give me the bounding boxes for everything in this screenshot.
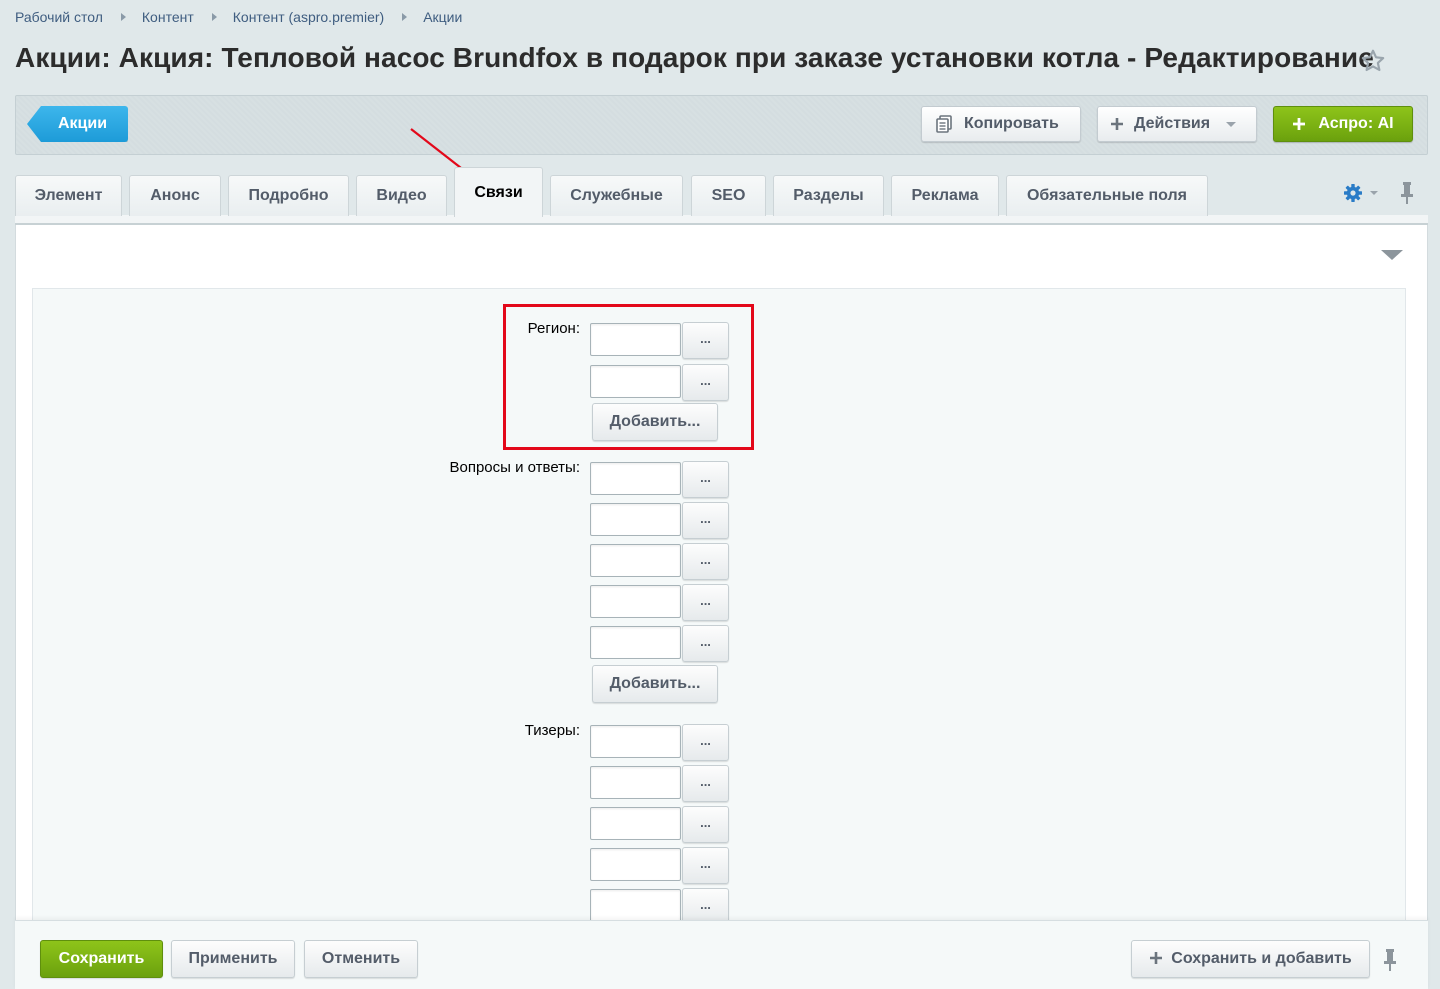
faq-select-button-1[interactable]: ... <box>682 461 729 498</box>
pin-icon[interactable] <box>1398 181 1416 205</box>
plus-icon <box>1292 113 1306 135</box>
cancel-button[interactable]: Отменить <box>304 940 418 978</box>
teasers-select-button-1[interactable]: ... <box>682 724 729 761</box>
faq-input-4[interactable] <box>590 585 681 618</box>
chevron-down-icon <box>1370 191 1378 195</box>
tab-advertising[interactable]: Реклама <box>891 175 999 216</box>
teasers-label: Тизеры: <box>524 722 580 739</box>
apply-button[interactable]: Применить <box>171 940 295 978</box>
region-select-button-2[interactable]: ... <box>682 364 729 401</box>
teasers-select-button-3[interactable]: ... <box>682 806 729 843</box>
faq-select-button-5[interactable]: ... <box>682 625 729 662</box>
teasers-select-button-4[interactable]: ... <box>682 847 729 884</box>
tab-sections[interactable]: Разделы <box>773 175 884 216</box>
collapse-arrow-icon[interactable] <box>1381 250 1403 260</box>
teasers-input-4[interactable] <box>590 848 681 881</box>
save-and-add-label: Сохранить и добавить <box>1171 950 1352 967</box>
pin-icon[interactable] <box>1381 948 1399 972</box>
aspro-ai-button[interactable]: Аспро: AI <box>1273 106 1413 142</box>
save-and-add-button[interactable]: Сохранить и добавить <box>1131 940 1370 978</box>
plus-icon <box>1149 949 1163 969</box>
faq-label: Вопросы и ответы: <box>449 459 581 476</box>
faq-select-button-3[interactable]: ... <box>682 543 729 580</box>
region-select-button-1[interactable]: ... <box>682 322 729 359</box>
region-input-2[interactable] <box>590 365 681 398</box>
tab-service[interactable]: Служебные <box>550 175 683 216</box>
star-icon[interactable] <box>1360 48 1386 74</box>
tab-required-fields[interactable]: Обязательные поля <box>1006 175 1208 216</box>
bottom-action-bar: Сохранить Применить Отменить Сохранить и… <box>15 920 1428 989</box>
actions-dropdown-button[interactable]: Действия <box>1097 106 1257 142</box>
tab-video[interactable]: Видео <box>356 175 447 216</box>
faq-input-5[interactable] <box>590 626 681 659</box>
plus-icon <box>1110 117 1124 131</box>
faq-input-2[interactable] <box>590 503 681 536</box>
copy-icon <box>934 114 954 134</box>
faq-input-1[interactable] <box>590 462 681 495</box>
teasers-input-2[interactable] <box>590 766 681 799</box>
tab-strip <box>15 215 1428 225</box>
copy-button[interactable]: Копировать <box>921 106 1081 142</box>
aspro-ai-button-label: Аспро: AI <box>1318 115 1394 132</box>
teasers-input-1[interactable] <box>590 725 681 758</box>
breadcrumb-separator-icon <box>120 13 126 21</box>
copy-button-label: Копировать <box>964 115 1059 132</box>
teasers-input-3[interactable] <box>590 807 681 840</box>
breadcrumb-separator-icon <box>211 13 217 21</box>
actions-button-label: Действия <box>1134 115 1211 132</box>
back-to-promotions-button[interactable]: Акции <box>27 106 128 142</box>
faq-add-button[interactable]: Добавить... <box>592 665 718 703</box>
chevron-down-icon <box>1226 121 1237 127</box>
faq-select-button-4[interactable]: ... <box>682 584 729 621</box>
breadcrumb-item-promotions[interactable]: Акции <box>423 9 462 25</box>
toolbar: Акции Копировать Действия Аспро: AI <box>15 95 1428 155</box>
teasers-input-5[interactable] <box>590 889 681 922</box>
tab-detail[interactable]: Подробно <box>228 175 349 216</box>
tab-element[interactable]: Элемент <box>15 175 122 216</box>
tab-seo[interactable]: SEO <box>691 175 766 216</box>
tab-announcement[interactable]: Анонс <box>129 175 221 216</box>
breadcrumb-separator-icon <box>402 13 408 21</box>
teasers-select-button-2[interactable]: ... <box>682 765 729 802</box>
faq-input-3[interactable] <box>590 544 681 577</box>
region-add-button[interactable]: Добавить... <box>592 403 718 441</box>
breadcrumb: Рабочий стол Контент Контент (aspro.prem… <box>15 9 462 25</box>
region-label: Регион: <box>527 320 580 337</box>
tab-links[interactable]: Связи <box>454 167 543 217</box>
save-button[interactable]: Сохранить <box>40 940 163 978</box>
region-input-1[interactable] <box>590 323 681 356</box>
breadcrumb-item-content-aspro[interactable]: Контент (aspro.premier) <box>233 9 384 25</box>
gear-icon[interactable] <box>1343 182 1379 204</box>
faq-select-button-2[interactable]: ... <box>682 502 729 539</box>
breadcrumb-item-content[interactable]: Контент <box>142 9 194 25</box>
page-title: Акции: Акция: Тепловой насос Brundfox в … <box>15 42 1374 73</box>
breadcrumb-item-desktop[interactable]: Рабочий стол <box>15 9 103 25</box>
